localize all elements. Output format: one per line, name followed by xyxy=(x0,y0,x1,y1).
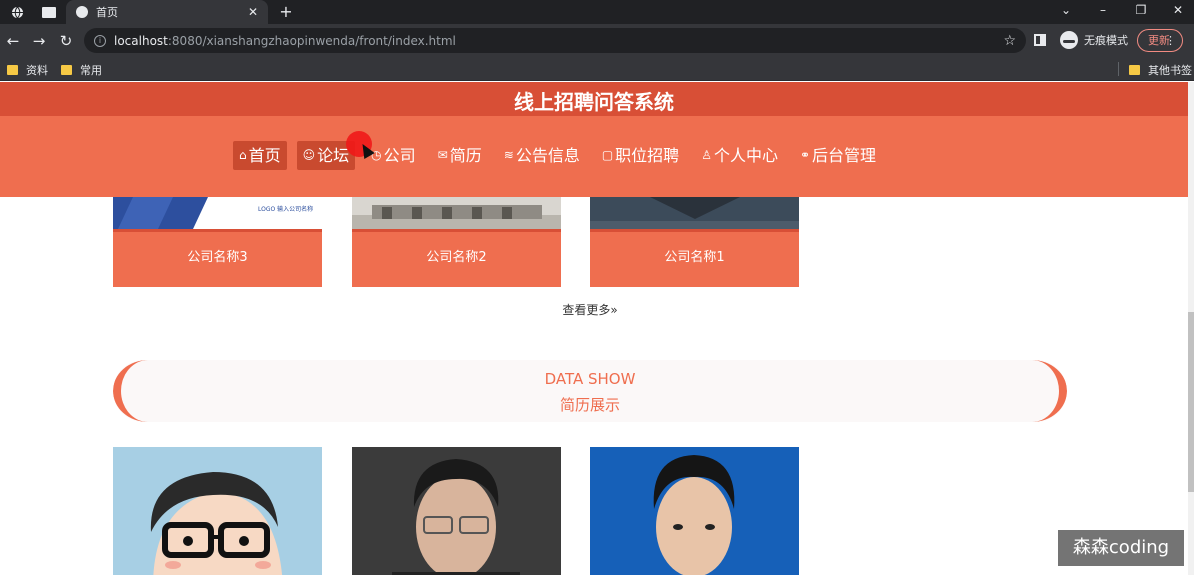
reload-icon[interactable]: ↻ xyxy=(56,31,76,51)
folder-icon xyxy=(61,65,72,75)
company-image: LOGO 输入公司名称 xyxy=(113,197,322,229)
company-name: 公司名称2 xyxy=(352,229,561,287)
minimize-icon[interactable]: – xyxy=(1091,3,1115,17)
page-viewport: LOGO 输入公司名称 公司名称3 公司名称2 公司名称1 查看更多» DATA… xyxy=(0,82,1188,575)
nav-item-jobs[interactable]: ▢ 职位招聘 xyxy=(596,141,685,170)
cartoon-avatar-image xyxy=(113,447,322,575)
nav-label: 职位招聘 xyxy=(615,146,680,165)
close-window-icon[interactable]: ✕ xyxy=(1166,3,1190,17)
page-scrollbar[interactable] xyxy=(1188,82,1194,575)
data-show-title-en: DATA SHOW xyxy=(544,370,636,388)
company-image xyxy=(590,197,799,229)
data-show-banner: DATA SHOW 简历展示 xyxy=(113,360,1067,422)
company-card-1[interactable]: 公司名称1 xyxy=(590,197,799,287)
main-nav: ⌂ 首页 ☺ 论坛 ◷ 公司 ✉ 简历 ≋ 公告信息 ▢ 职位招聘 ♙ 个人中心 ⚭ 后台管理 xyxy=(233,141,892,170)
company-logo-text: LOGO 输入公司名称 xyxy=(258,205,313,213)
bookmark-label: 常用 xyxy=(80,64,102,77)
resume-photo-image xyxy=(352,447,561,575)
bookmark-folder-changyong[interactable]: 常用 xyxy=(61,62,102,78)
nav-item-admin[interactable]: ⚭ 后台管理 xyxy=(794,141,882,170)
person-icon: ♙ xyxy=(701,148,712,162)
other-bookmarks-label: 其他书签 xyxy=(1148,64,1192,77)
company-card-3[interactable]: LOGO 输入公司名称 公司名称3 xyxy=(113,197,322,287)
double-chevron-right-icon: » xyxy=(610,303,618,317)
site-header: 线上招聘问答系统 ⌂ 首页 ☺ 论坛 ◷ 公司 ✉ 简历 ≋ 公告信息 ▢ 职位招聘 ♙ 个人… xyxy=(0,82,1188,197)
video-watermark: 森森coding xyxy=(1058,530,1184,566)
bookmark-star-icon[interactable]: ☆ xyxy=(1003,33,1016,49)
close-tab-icon[interactable]: ✕ xyxy=(248,5,258,19)
company-name: 公司名称3 xyxy=(113,229,322,287)
nav-label: 简历 xyxy=(449,146,482,165)
site-title: 线上招聘问答系统 xyxy=(514,90,674,114)
nav-item-home[interactable]: ⌂ 首页 xyxy=(233,141,287,170)
mail-icon: ✉ xyxy=(437,148,448,162)
forward-icon[interactable]: → xyxy=(29,31,49,51)
resume-photo-image xyxy=(590,447,799,575)
clock-icon: ◷ xyxy=(371,148,382,162)
incognito-label: 无痕模式 xyxy=(1084,34,1128,47)
view-more-label: 查看更多 xyxy=(562,303,611,317)
url-text: localhost:8080/xianshangzhaopinwenda/fro… xyxy=(114,33,456,48)
folder-icon xyxy=(1129,65,1140,75)
globe-tab-icon[interactable] xyxy=(6,3,28,21)
square-icon: ▢ xyxy=(601,148,614,162)
nav-label: 公司 xyxy=(383,146,416,165)
incognito-indicator[interactable]: 无痕模式 xyxy=(1060,31,1128,49)
incognito-icon xyxy=(1060,31,1078,49)
nav-label: 首页 xyxy=(248,146,281,165)
address-bar[interactable]: i localhost:8080/xianshangzhaopinwenda/f… xyxy=(84,28,1026,53)
bookmark-folder-ziliao[interactable]: 资料 xyxy=(7,62,48,78)
nav-item-notices[interactable]: ≋ 公告信息 xyxy=(498,141,586,170)
other-bookmarks[interactable]: 其他书签 xyxy=(1129,62,1192,78)
nav-label: 公告信息 xyxy=(515,146,580,165)
menu-dots-icon[interactable]: ⋮ xyxy=(1165,30,1176,51)
active-tab[interactable]: 首页 ✕ xyxy=(66,0,268,24)
update-button[interactable]: 更新 ⋮ xyxy=(1137,29,1183,52)
bookmark-separator xyxy=(1118,62,1119,76)
nav-label: 后台管理 xyxy=(812,146,877,165)
folder-icon xyxy=(7,65,18,75)
side-panel-icon[interactable] xyxy=(1034,34,1046,46)
tab-favicon-icon xyxy=(76,6,88,18)
nav-label: 个人中心 xyxy=(713,146,778,165)
view-more-link[interactable]: 查看更多» xyxy=(0,301,1180,318)
nav-item-profile[interactable]: ♙ 个人中心 xyxy=(695,141,784,170)
browser-tab-strip: 首页 ✕ + ⌄ – ❐ ✕ xyxy=(0,0,1194,24)
waves-icon: ≋ xyxy=(503,148,514,162)
resume-card-1[interactable] xyxy=(113,447,322,575)
link-icon: ⚭ xyxy=(799,148,811,162)
new-tab-icon[interactable]: + xyxy=(276,2,296,21)
bookmark-label: 资料 xyxy=(26,64,48,77)
company-card-2[interactable]: 公司名称2 xyxy=(352,197,561,287)
back-icon[interactable]: ← xyxy=(3,31,23,51)
nav-item-resume[interactable]: ✉ 简历 xyxy=(432,141,488,170)
nav-label: 论坛 xyxy=(317,146,350,165)
window-tab-icon[interactable] xyxy=(38,3,60,21)
tab-search-icon[interactable]: ⌄ xyxy=(1054,3,1078,17)
resume-card-3[interactable] xyxy=(590,447,799,575)
company-name: 公司名称1 xyxy=(590,229,799,287)
bookmarks-bar: 资料 常用 其他书签 xyxy=(0,57,1194,81)
resume-card-2[interactable] xyxy=(352,447,561,575)
scrollbar-thumb[interactable] xyxy=(1188,312,1194,492)
data-show-title-cn: 简历展示 xyxy=(559,396,620,414)
tab-title: 首页 xyxy=(96,6,118,19)
company-image xyxy=(352,197,561,229)
nav-item-company[interactable]: ◷ 公司 xyxy=(365,141,422,170)
restore-icon[interactable]: ❐ xyxy=(1129,3,1153,17)
smile-icon: ☺ xyxy=(302,148,316,162)
site-info-icon[interactable]: i xyxy=(94,34,106,47)
home-icon: ⌂ xyxy=(239,148,247,162)
browser-toolbar: ← → ↻ i localhost:8080/xianshangzhaopinw… xyxy=(0,24,1194,57)
